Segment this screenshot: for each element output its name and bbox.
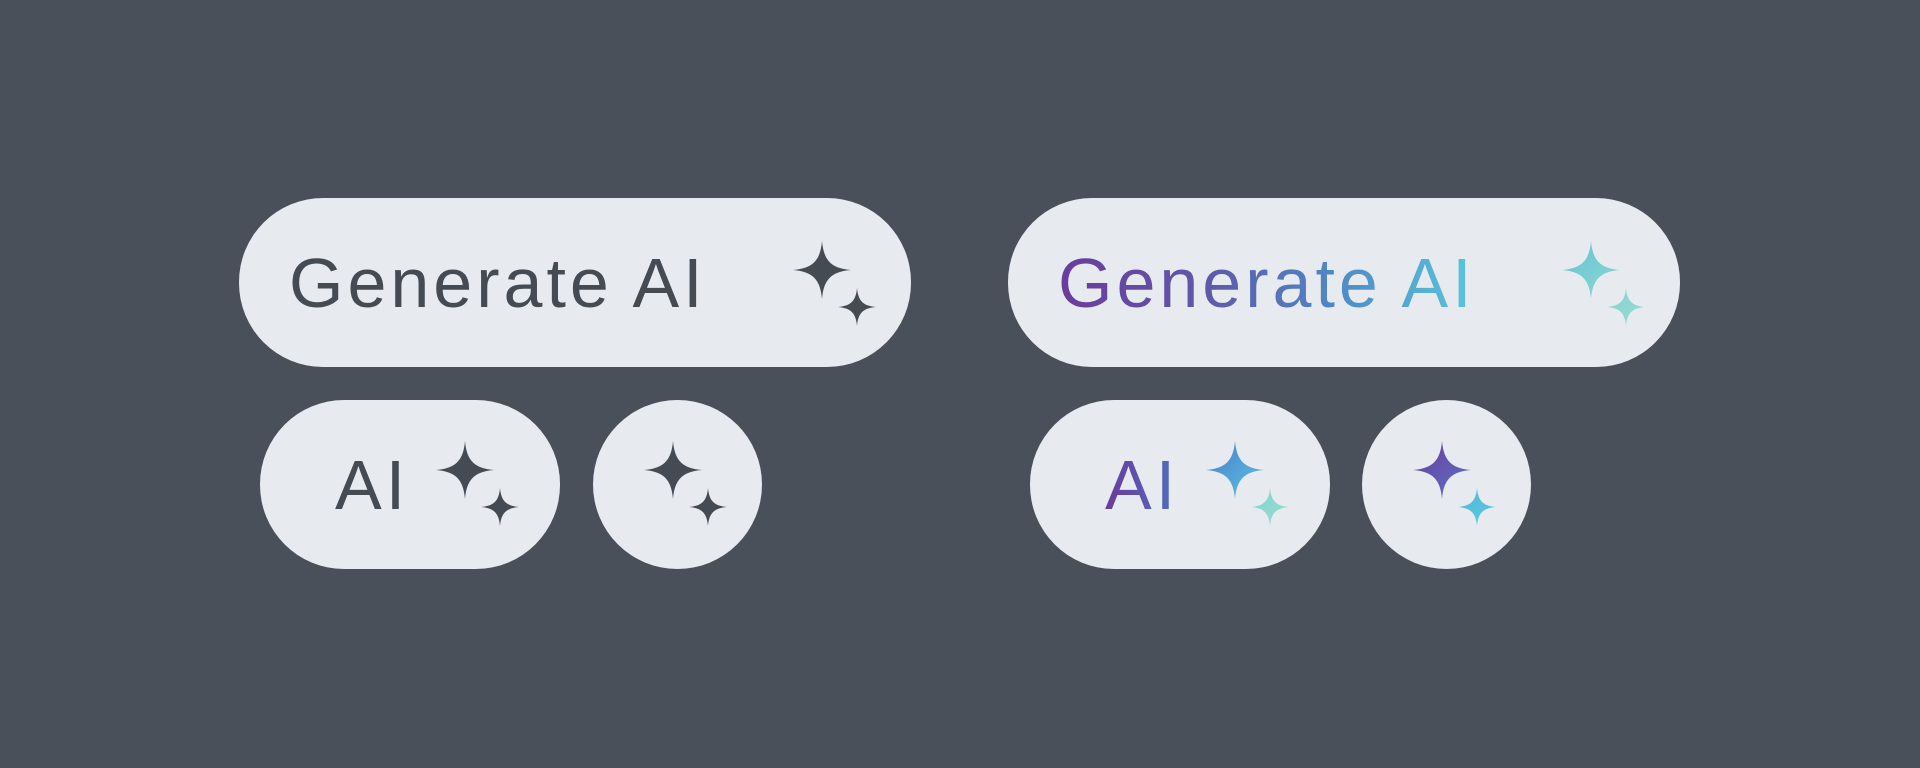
generate-ai-button-gradient[interactable]: Generate AI	[1008, 198, 1680, 367]
ai-button-dark[interactable]: AI	[260, 400, 560, 569]
ai-label: AI	[1105, 446, 1180, 524]
generate-ai-label: Generate AI	[289, 244, 707, 322]
sparkle-icon-button-gradient[interactable]	[1362, 400, 1531, 569]
ai-button-gradient[interactable]: AI	[1030, 400, 1330, 569]
sparkles-icon	[1562, 241, 1645, 326]
sparkles-icon	[793, 241, 876, 326]
generate-ai-label: Generate AI	[1058, 244, 1476, 322]
ai-label: AI	[335, 446, 410, 524]
sparkles-icon	[644, 441, 727, 526]
generate-ai-button-dark[interactable]: Generate AI	[239, 198, 911, 367]
sparkles-icon	[1206, 441, 1289, 526]
sparkles-icon	[436, 441, 519, 526]
sparkles-icon	[1413, 441, 1496, 526]
sparkle-icon-button-dark[interactable]	[593, 400, 762, 569]
